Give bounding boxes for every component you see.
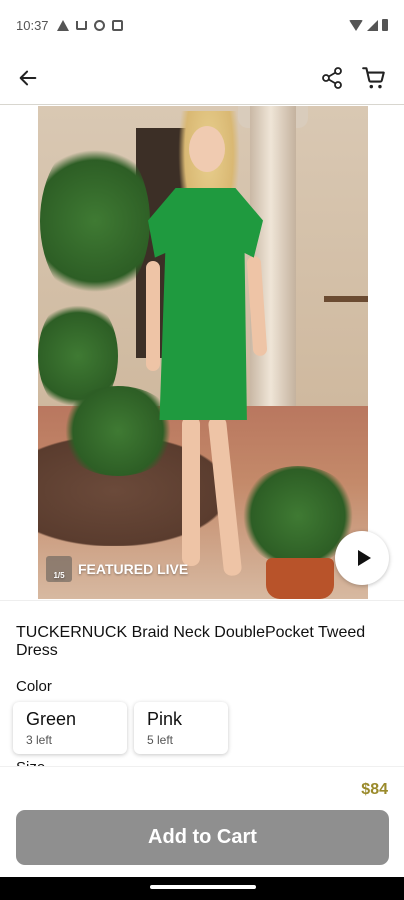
image-plant bbox=[40, 136, 150, 306]
model-face bbox=[189, 126, 225, 172]
status-left-icons bbox=[56, 19, 123, 31]
play-icon bbox=[357, 550, 371, 566]
play-button[interactable] bbox=[335, 531, 389, 585]
share-button[interactable] bbox=[314, 60, 350, 96]
image-pot bbox=[266, 558, 334, 599]
arrow-left-icon bbox=[19, 70, 37, 86]
shopping-cart-icon bbox=[362, 67, 385, 89]
cart-notification-icon bbox=[75, 20, 87, 30]
color-option-green[interactable]: Green 3 left bbox=[13, 702, 127, 754]
image-plant bbox=[58, 386, 178, 476]
home-handle[interactable] bbox=[150, 885, 256, 889]
image-furniture bbox=[324, 296, 368, 416]
battery-icon bbox=[382, 19, 388, 31]
featured-live-label: 1/5 FEATURED LIVE bbox=[46, 556, 188, 582]
status-right-icons bbox=[349, 19, 388, 31]
back-button[interactable] bbox=[10, 60, 46, 96]
color-label: Color bbox=[16, 678, 52, 695]
color-option-stock: 5 left bbox=[147, 733, 174, 747]
product-title: TUCKERNUCK Braid Neck DoublePocket Tweed… bbox=[16, 624, 366, 659]
shield-icon bbox=[93, 19, 105, 31]
wifi-icon bbox=[349, 19, 363, 31]
share-icon bbox=[322, 67, 342, 89]
color-option-name: Pink bbox=[147, 709, 183, 729]
warning-icon bbox=[56, 19, 69, 31]
app-bar bbox=[0, 50, 404, 105]
product-image[interactable]: 1/5 FEATURED LIVE bbox=[38, 106, 368, 599]
color-option-stock: 3 left bbox=[26, 733, 53, 747]
signal-icon bbox=[367, 19, 378, 31]
model-arm bbox=[146, 261, 160, 371]
add-to-cart-button[interactable]: Add to Cart bbox=[16, 810, 389, 865]
status-bar: 10:37 bbox=[0, 0, 404, 50]
live-badge: 1/5 bbox=[46, 556, 72, 582]
square-app-icon bbox=[111, 19, 123, 31]
color-option-name: Green bbox=[26, 709, 77, 729]
live-badge-count: 1/5 bbox=[53, 571, 65, 580]
model-leg bbox=[182, 416, 200, 566]
featured-live-text: FEATURED LIVE bbox=[78, 561, 189, 577]
system-nav-bar bbox=[0, 877, 404, 900]
price: $84 bbox=[361, 781, 388, 798]
status-time: 10:37 bbox=[16, 17, 49, 33]
cart-button[interactable] bbox=[356, 60, 392, 96]
bottom-panel: $84 Add to Cart bbox=[0, 766, 404, 876]
divider bbox=[0, 600, 404, 601]
color-option-pink[interactable]: Pink 5 left bbox=[134, 702, 228, 754]
